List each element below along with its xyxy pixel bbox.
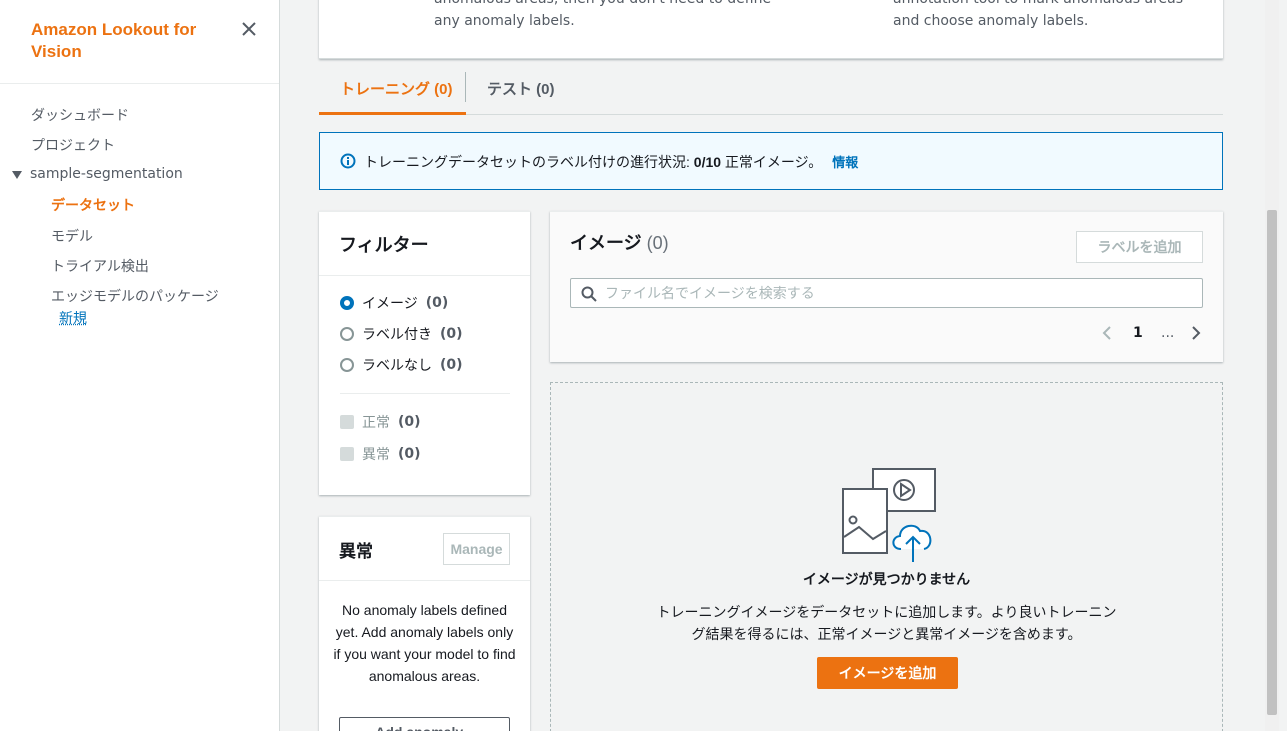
close-icon[interactable] [238,18,260,40]
new-badge[interactable]: 新規 [59,308,87,328]
radio-button[interactable] [340,296,354,310]
nav-dataset[interactable]: データセット [51,195,135,215]
check-count: (0) [398,446,421,462]
labeling-progress-info: トレーニングデータセットのラベル付けの進行状況: 0/10 正常イメージ。 情報 [319,132,1223,190]
radio-count: (0) [440,357,463,373]
add-label-button[interactable]: ラベルを追加 [1076,231,1203,263]
nav-trial-detection[interactable]: トライアル検出 [51,256,149,276]
empty-title: イメージが見つかりません [802,571,971,587]
nav-models[interactable]: モデル [51,226,93,246]
radio-button[interactable] [340,358,354,372]
prev-page-button[interactable] [1101,323,1113,343]
filter-radio-labeled[interactable]: ラベル付き (0) [340,325,463,343]
info-prefix: トレーニングデータセットのラベル付けの進行状況: [364,154,694,170]
search-input[interactable] [605,282,1195,304]
images-count: (0) [646,233,669,253]
divider [319,275,530,276]
tab-test[interactable]: テスト (0) [487,78,555,99]
add-anomaly-button[interactable]: Add anomaly... [339,717,510,731]
chevron-right-icon [1192,326,1201,340]
page-ellipsis: ... [1161,325,1175,341]
image-search[interactable] [570,278,1203,308]
nav-dashboard[interactable]: ダッシュボード [31,105,129,125]
top-card-right-text: annotation tool to mark anomalous areas … [893,0,1183,29]
radio-count: (0) [425,295,449,311]
how-it-works-card: anomalous areas, then you don't need to … [319,0,1223,59]
radio-label: イメージ [362,296,418,312]
images-title: イメージ (0) [570,229,669,255]
radio-label: ラベルなし [362,358,432,374]
anomaly-title: 異常 [339,542,373,561]
tab-separator [465,72,466,102]
sidebar-header: Amazon Lookout for Vision [0,0,279,84]
filter-check-normal[interactable]: 正常 (0) [340,413,421,431]
divider [319,580,530,581]
radio-button[interactable] [340,327,354,341]
sidebar-title[interactable]: Amazon Lookout for Vision [31,19,231,63]
dataset-tabs: トレーニング (0) テスト (0) [319,68,1223,115]
chevron-left-icon [1102,326,1111,340]
info-icon [340,153,356,169]
scrollbar-thumb[interactable] [1267,210,1277,715]
tab-active-underline [319,112,466,115]
filter-check-anomaly[interactable]: 異常 (0) [340,445,421,463]
info-suffix: 正常イメージ。 [721,154,823,170]
nav-projects[interactable]: プロジェクト [31,135,115,155]
radio-count: (0) [440,326,463,342]
empty-description: トレーニングイメージをデータセットに追加します。より良いトレーニング結果を得るに… [656,604,1117,642]
page-number[interactable]: 1 [1133,323,1143,343]
divider [340,393,510,394]
sidebar: Amazon Lookout for Vision ダッシュボード プロジェクト… [0,0,280,731]
check-label: 異常 [362,447,390,463]
images-title-text: イメージ [570,233,642,253]
add-images-button[interactable]: イメージを追加 [817,657,958,689]
anomaly-labels-panel: 異常 Manage No anomaly labels defined yet.… [319,516,530,731]
top-card-left-text: anomalous areas, then you don't need to … [434,0,771,29]
check-label: 正常 [362,415,390,431]
filter-radio-unlabeled[interactable]: ラベルなし (0) [340,356,463,374]
empty-state: イメージが見つかりません トレーニングイメージをデータセットに追加します。より良… [550,382,1223,731]
filter-radio-images[interactable]: イメージ (0) [340,294,448,312]
filter-panel: フィルター イメージ (0) ラベル付き (0) ラベルなし (0) 正常 (0… [319,211,530,495]
next-page-button[interactable] [1190,323,1202,343]
anomaly-empty-text: No anomaly labels defined yet. Add anoma… [333,602,516,684]
nav-project-name[interactable]: sample-segmentation [30,166,183,182]
search-icon [581,286,597,302]
check-count: (0) [398,414,421,430]
info-link[interactable]: 情報 [832,155,858,170]
checkbox[interactable] [340,447,354,461]
tab-training[interactable]: トレーニング (0) [340,78,453,99]
caret-down-icon[interactable] [11,170,23,180]
info-progress: 0/10 [693,154,722,170]
nav-edge-package[interactable]: エッジモデルのパッケージ [51,286,219,306]
manage-button[interactable]: Manage [443,533,510,565]
info-text: トレーニングデータセットのラベル付けの進行状況: 0/10 正常イメージ。 情報 [364,152,858,172]
upload-images-icon [842,468,936,562]
radio-label: ラベル付き [362,327,432,343]
images-panel: イメージ (0) ラベルを追加 1 ... [550,211,1223,362]
filter-title: フィルター [339,235,429,255]
checkbox[interactable] [340,415,354,429]
page-scrollbar[interactable] [1265,0,1279,731]
